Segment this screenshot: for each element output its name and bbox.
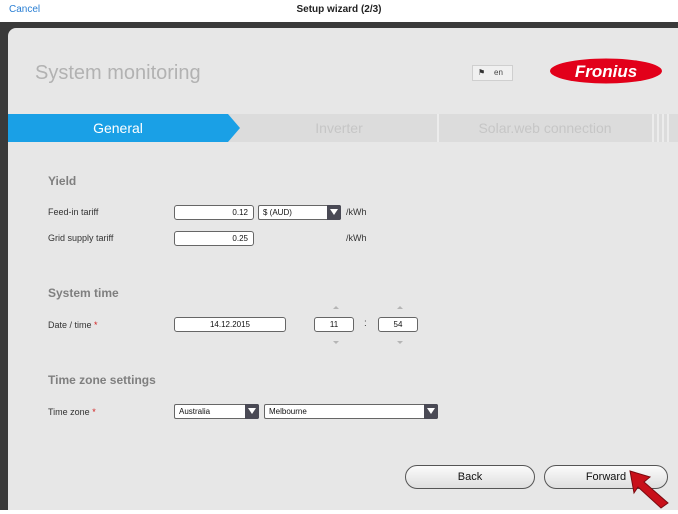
top-bar: Cancel Setup wizard (2/3) (0, 0, 678, 22)
feed-in-tariff-input[interactable]: 0.12 (174, 205, 254, 220)
date-time-label: Date / time * (48, 320, 98, 330)
region-value: Australia (179, 407, 211, 416)
date-input[interactable]: 14.12.2015 (174, 317, 286, 332)
chevron-down-icon (424, 404, 438, 419)
minute-up-arrow-icon[interactable] (397, 306, 403, 309)
time-separator: : (364, 318, 367, 329)
back-button[interactable]: Back (405, 465, 535, 489)
currency-value: $ (AUD) (263, 208, 292, 217)
feed-in-unit: /kWh (346, 207, 367, 217)
tab-inverter[interactable]: Inverter (240, 114, 438, 142)
brand-name: Fronius (575, 62, 637, 81)
language-selector[interactable]: ⚑ en (472, 65, 513, 81)
hour-up-arrow-icon[interactable] (333, 306, 339, 309)
pointer-arrow-icon (628, 469, 672, 514)
date-time-label-text: Date / time (48, 320, 92, 330)
required-marker: * (92, 407, 96, 417)
feed-in-tariff-label: Feed-in tariff (48, 207, 99, 217)
hour-down-arrow-icon[interactable] (333, 341, 339, 344)
city-select[interactable]: Melbourne (264, 404, 438, 419)
chevron-down-icon (245, 404, 259, 419)
chevron-down-icon (327, 205, 341, 220)
wizard-title: Setup wizard (2/3) (296, 4, 382, 15)
time-zone-label: Time zone * (48, 407, 96, 417)
grid-supply-tariff-label: Grid supply tariff (48, 233, 114, 243)
language-code: en (494, 68, 503, 77)
grid-supply-unit: /kWh (346, 233, 367, 243)
grid-supply-tariff-input[interactable]: 0.25 (174, 231, 254, 246)
minute-down-arrow-icon[interactable] (397, 341, 403, 344)
yield-heading: Yield (48, 174, 77, 188)
page-title: System monitoring (35, 62, 201, 84)
time-zone-label-text: Time zone (48, 407, 90, 417)
time-zone-heading: Time zone settings (48, 373, 156, 387)
wizard-tabs: General Inverter Solar.web connection (8, 114, 678, 142)
main-panel: System monitoring ⚑ en Fronius General I… (8, 28, 678, 510)
hour-input[interactable]: 11 (314, 317, 354, 332)
system-time-heading: System time (48, 286, 119, 300)
tab-general[interactable]: General (8, 114, 228, 142)
region-select[interactable]: Australia (174, 404, 259, 419)
city-value: Melbourne (269, 407, 307, 416)
tab-solarweb-connection[interactable]: Solar.web connection (440, 114, 650, 142)
required-marker: * (94, 320, 98, 330)
currency-select[interactable]: $ (AUD) (258, 205, 341, 220)
minute-input[interactable]: 54 (378, 317, 418, 332)
flag-icon: ⚑ (478, 68, 486, 77)
fronius-logo: Fronius (549, 58, 663, 89)
